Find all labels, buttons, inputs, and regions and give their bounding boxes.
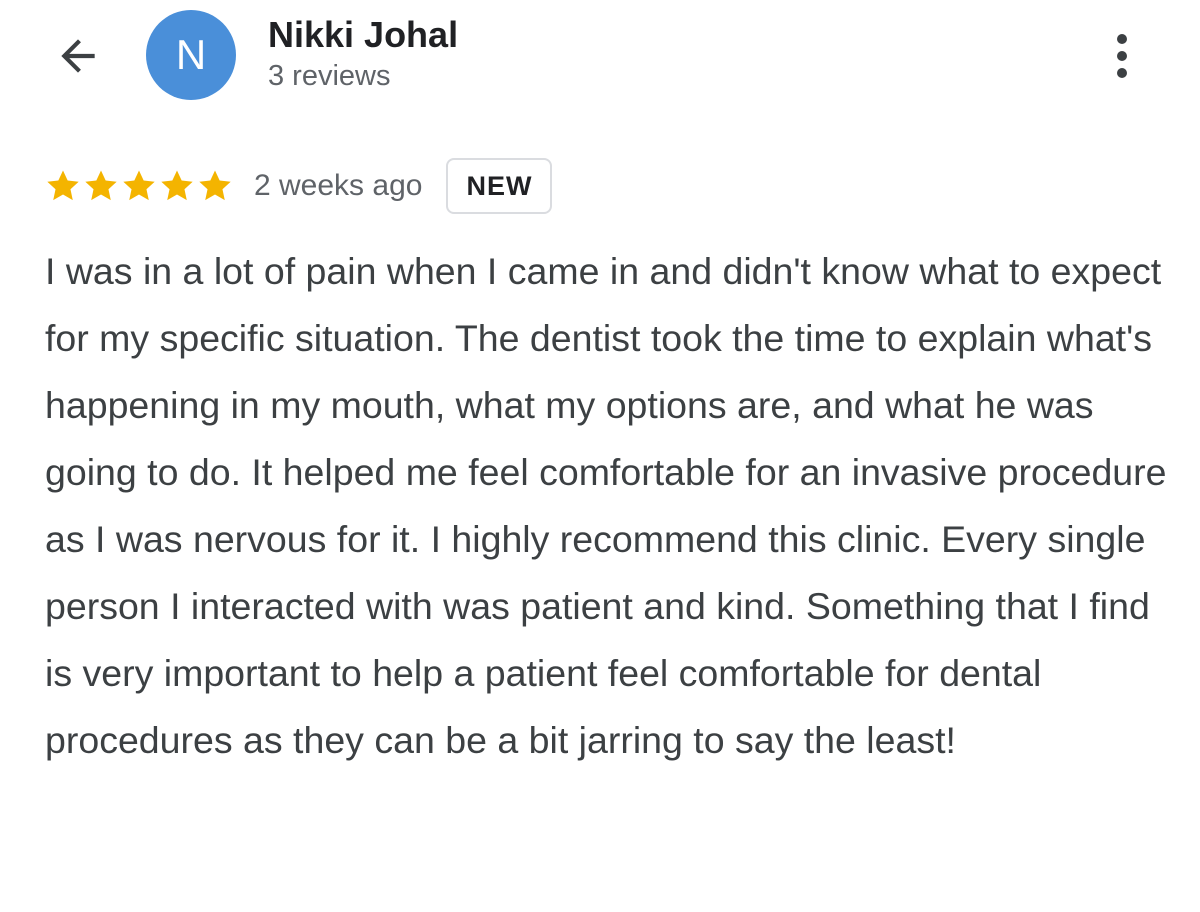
review-date: 2 weeks ago bbox=[254, 169, 423, 202]
star-icon bbox=[199, 170, 231, 201]
more-vertical-icon bbox=[1117, 34, 1127, 44]
new-badge: NEW bbox=[446, 158, 553, 214]
avatar[interactable]: N bbox=[146, 10, 236, 100]
review-count: 3 reviews bbox=[268, 60, 391, 92]
star-icon bbox=[123, 170, 155, 201]
more-vertical-icon-dot bbox=[1117, 51, 1127, 61]
review-meta-row: 2 weeks ago NEW bbox=[44, 156, 553, 216]
back-button[interactable] bbox=[50, 28, 106, 84]
star-icon bbox=[85, 170, 117, 201]
star-icon bbox=[47, 170, 79, 201]
review-text: I was in a lot of pain when I came in an… bbox=[45, 250, 1167, 761]
reviewer-name[interactable]: Nikki Johal bbox=[268, 14, 458, 56]
more-options-button[interactable] bbox=[1100, 26, 1144, 86]
arrow-back-icon bbox=[61, 39, 95, 73]
star-icon bbox=[161, 170, 193, 201]
avatar-initial: N bbox=[175, 31, 207, 78]
more-vertical-icon-dot bbox=[1117, 68, 1127, 78]
star-rating bbox=[44, 167, 234, 205]
review-page: N Nikki Johal 3 reviews 2 weeks ago NEW … bbox=[0, 0, 1200, 912]
